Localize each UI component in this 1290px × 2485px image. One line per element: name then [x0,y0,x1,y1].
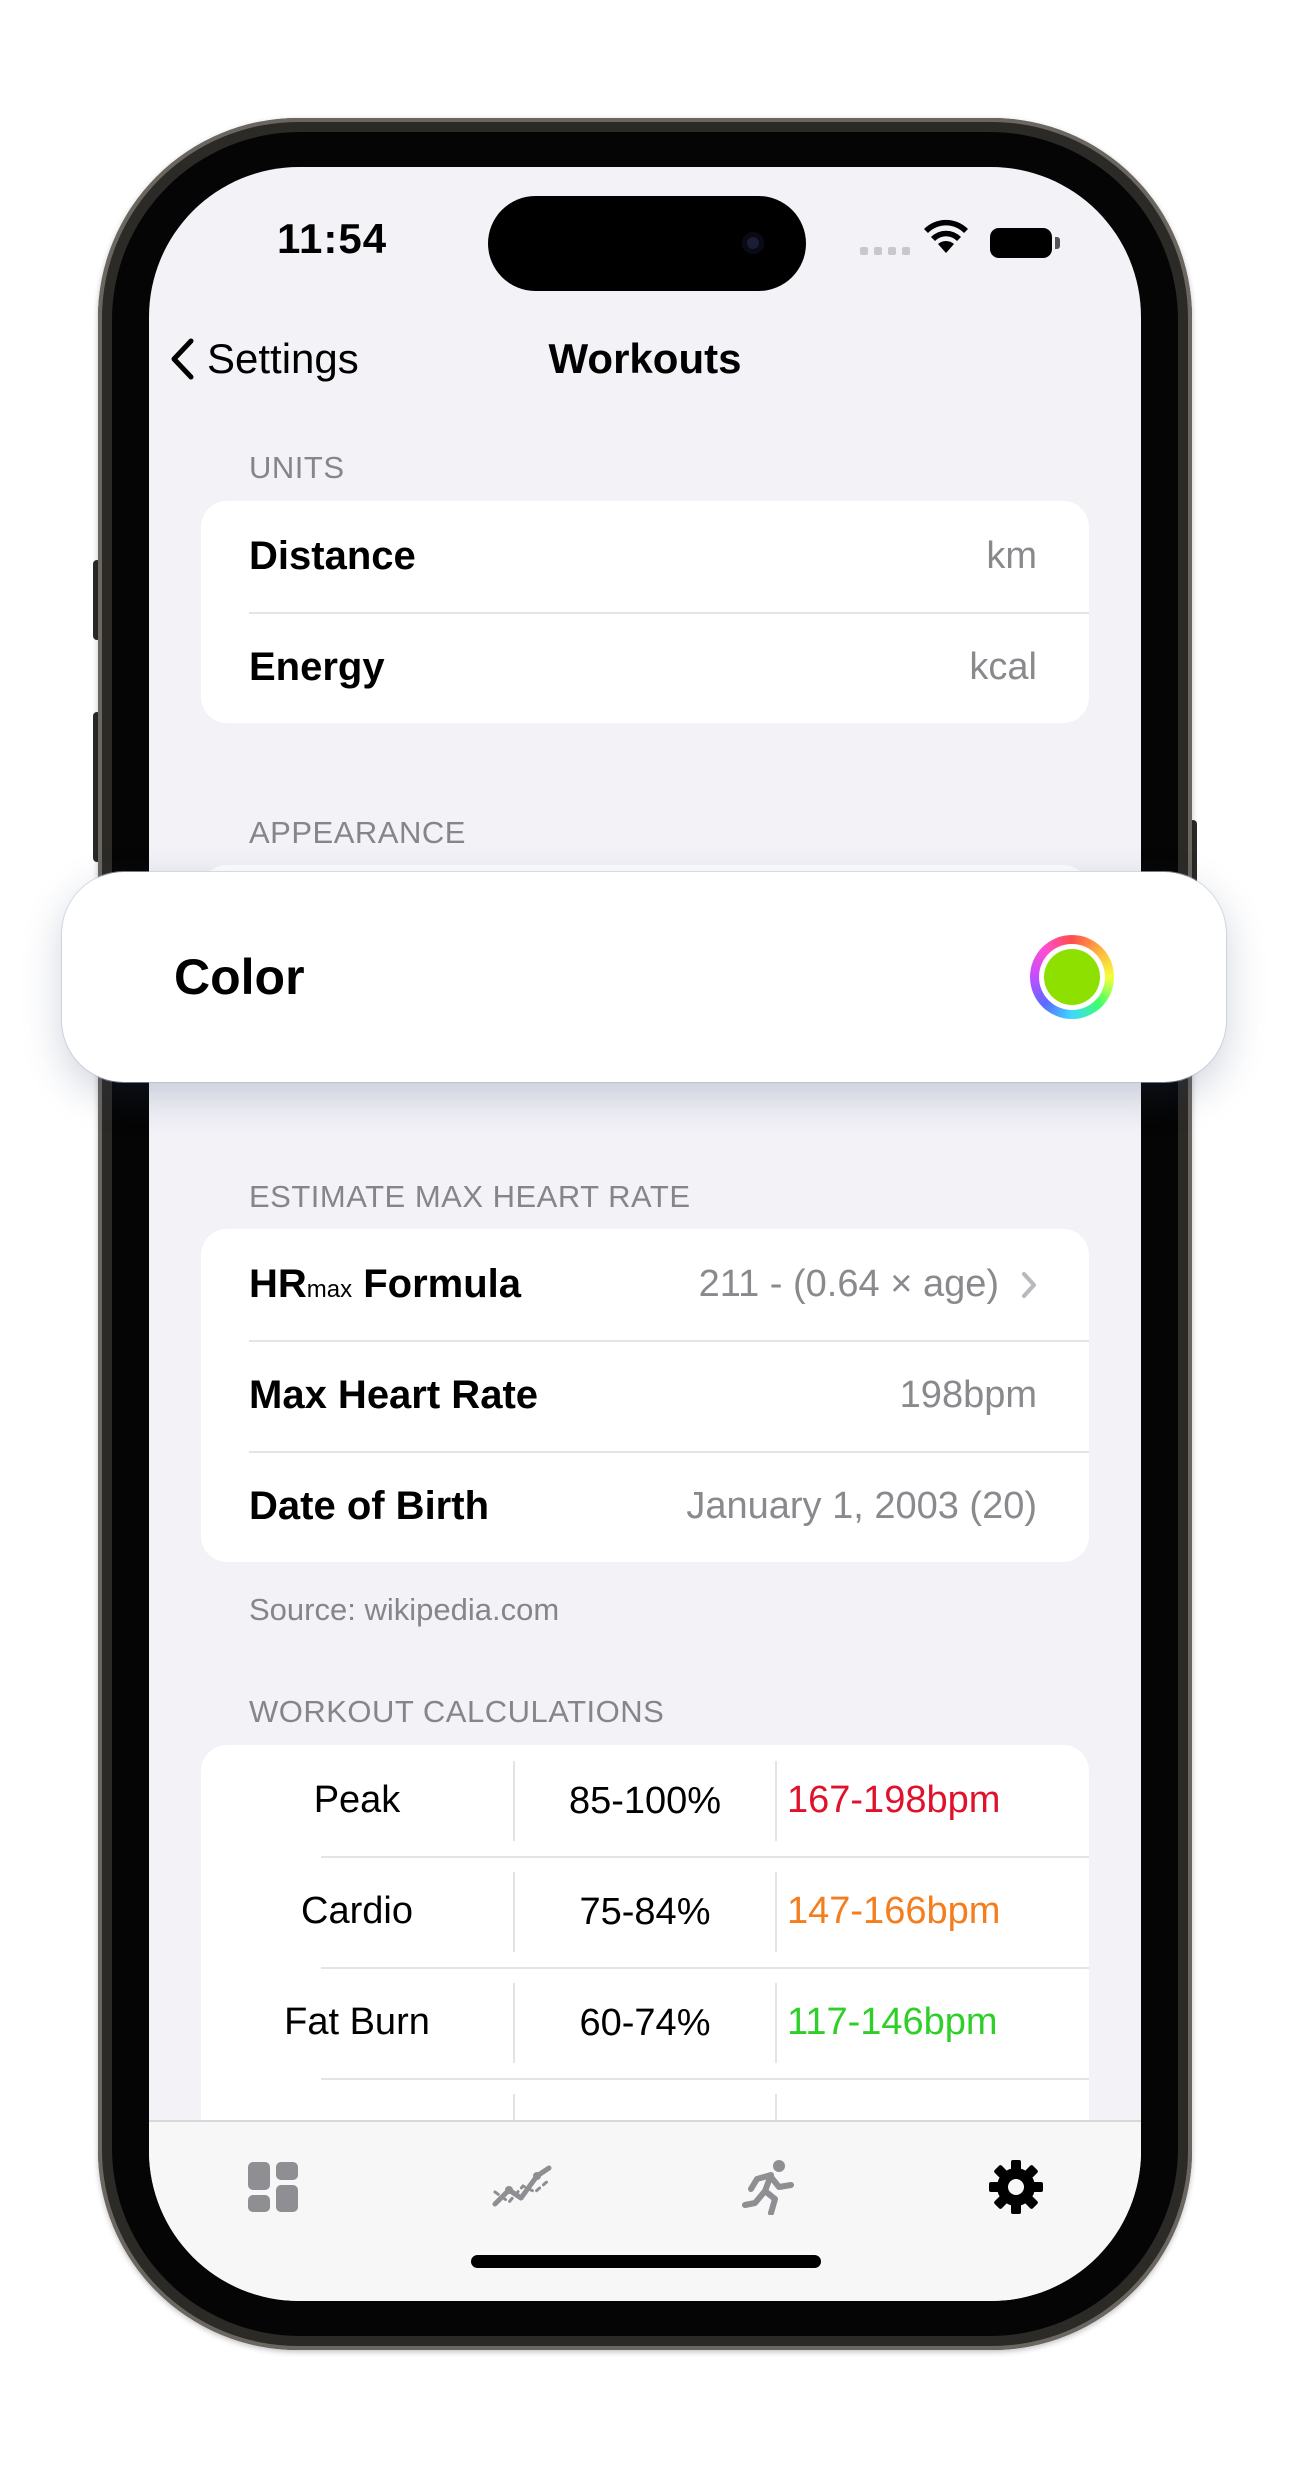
running-icon [742,2160,794,2215]
dynamic-island [488,196,806,291]
max-heart-rate-row: Max Heart Rate 198bpm [201,1340,1089,1451]
front-camera-icon [742,232,764,254]
calculations-group: Peak 85-100% 167-198bpm Cardio 75-84% 14… [201,1745,1089,2145]
home-indicator [471,2255,821,2268]
source-footnote: Source: wikipedia.com [249,1592,560,1627]
gear-icon [989,2160,1043,2214]
trend-chart-icon [492,2165,552,2207]
zone-percent: 60-74% [513,1982,777,2063]
hr-formula-label-sub: max [306,1276,353,1303]
energy-row[interactable]: Energy kcal [201,612,1089,723]
tab-trends[interactable] [487,2152,557,2222]
zone-name: Fat Burn [284,2001,430,2043]
heart-rate-group: HRmax Formula 211 - (0.64 × age) Max Hea… [201,1229,1089,1562]
units-group: Distance km Energy kcal [201,501,1089,723]
hr-formula-label-main: HR [249,1262,307,1306]
hr-formula-row[interactable]: HRmax Formula 211 - (0.64 × age) [201,1229,1089,1340]
zone-percent: 85-100% [513,1760,777,1841]
page-title: Workouts [548,335,742,382]
zone-row-peak: Peak 85-100% 167-198bpm [201,1745,1089,1856]
battery-cap [1055,237,1060,249]
date-of-birth-value: January 1, 2003 (20) [686,1485,1037,1527]
wifi-icon [924,219,968,253]
hr-formula-label-rest: Formula [352,1262,522,1306]
color-picker-well[interactable] [1030,935,1114,1019]
phone-screen: 11:54 Settings Workouts UNITS Distance k… [149,167,1141,2301]
color-label: Color [174,949,305,1005]
units-section-header: UNITS [249,450,345,485]
tab-bar [149,2120,1141,2301]
zone-range: 147-166bpm [787,1890,1001,1932]
zone-percent: 75-84% [513,1871,777,1952]
date-of-birth-label: Date of Birth [249,1484,489,1528]
distance-value: km [986,535,1037,577]
color-row-highlighted[interactable]: Color [62,872,1226,1082]
zone-name: Cardio [301,1890,413,1932]
tab-workouts[interactable] [734,2152,804,2222]
distance-row[interactable]: Distance km [201,501,1089,612]
zone-row-fat-burn: Fat Burn 60-74% 117-146bpm [201,1967,1089,2078]
calculations-section-header: WORKOUT CALCULATIONS [249,1694,665,1729]
max-heart-rate-label: Max Heart Rate [249,1373,539,1417]
hr-formula-label: HRmax Formula [249,1262,699,1307]
heart-rate-section-header: ESTIMATE MAX HEART RATE [249,1179,691,1214]
hr-formula-value: 211 - (0.64 × age) [698,1263,999,1305]
distance-label: Distance [249,534,416,578]
energy-value: kcal [969,646,1037,688]
zone-range: 117-146bpm [787,2001,998,2043]
energy-label: Energy [249,645,385,689]
zone-range: 167-198bpm [787,1779,1001,1821]
tab-settings[interactable] [981,2152,1051,2222]
date-of-birth-row[interactable]: Date of Birth January 1, 2003 (20) [201,1451,1089,1562]
max-heart-rate-value: 198bpm [899,1374,1037,1416]
status-time: 11:54 [277,215,388,262]
cellular-signal-icon [860,247,910,255]
battery-icon [990,228,1052,258]
dashboard-icon [248,2162,298,2212]
tab-dashboard[interactable] [238,2152,308,2222]
zone-name: Peak [313,1779,401,1821]
selected-color-swatch [1044,949,1100,1005]
appearance-section-header: APPEARANCE [249,815,466,850]
chevron-right-icon [1022,1271,1036,1298]
zone-row-cardio: Cardio 75-84% 147-166bpm [201,1856,1089,1967]
